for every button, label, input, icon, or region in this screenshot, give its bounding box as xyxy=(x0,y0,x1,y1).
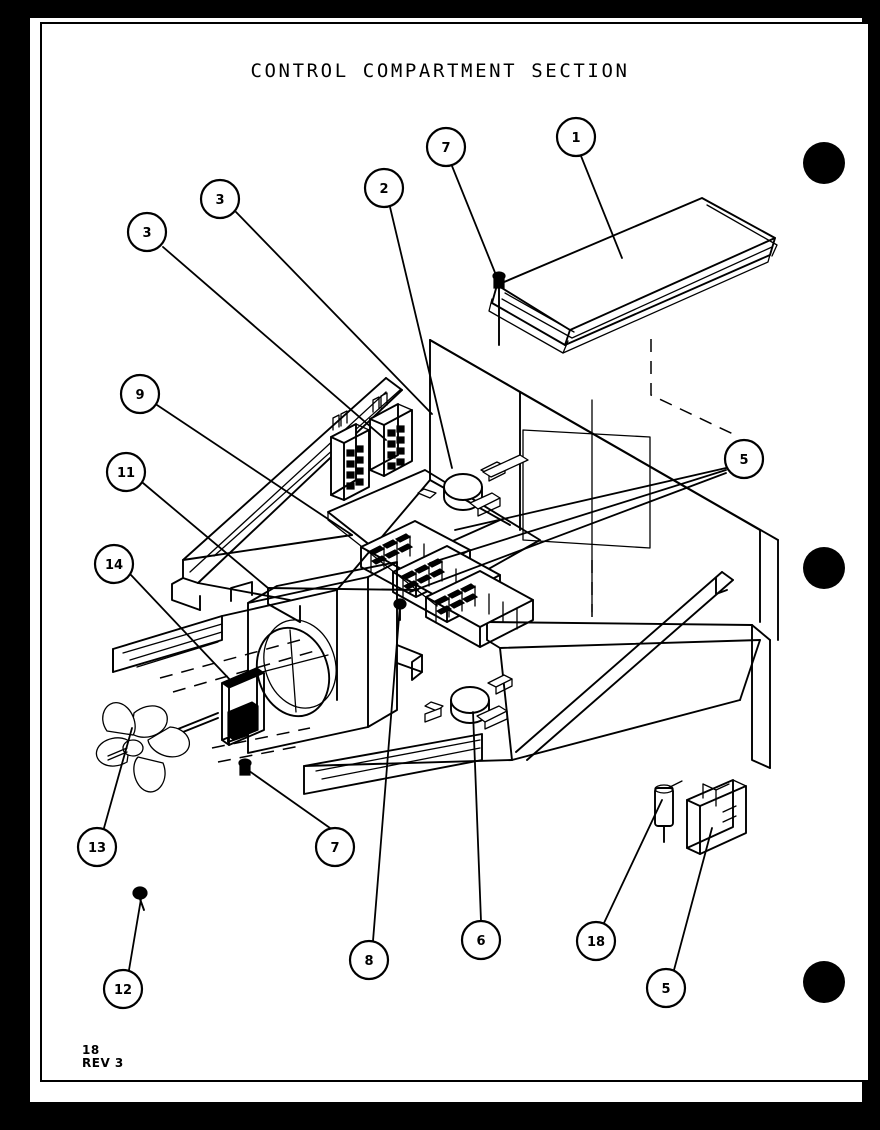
page-title: CONTROL COMPARTMENT SECTION xyxy=(250,60,630,82)
drawing-frame-border xyxy=(40,22,870,1082)
punch-hole xyxy=(803,961,845,1003)
scan-border-bottom xyxy=(0,1102,880,1130)
revision-label: REV 3 xyxy=(82,1056,124,1070)
punch-hole xyxy=(803,547,845,589)
punch-hole xyxy=(803,142,845,184)
page-footer: 18 REV 3 xyxy=(82,1044,124,1070)
scan-border-left xyxy=(0,0,30,1130)
scanned-page: CONTROL COMPARTMENT SECTION 3 3 2 7 1 9 … xyxy=(0,0,880,1130)
scan-border-top xyxy=(0,0,880,18)
